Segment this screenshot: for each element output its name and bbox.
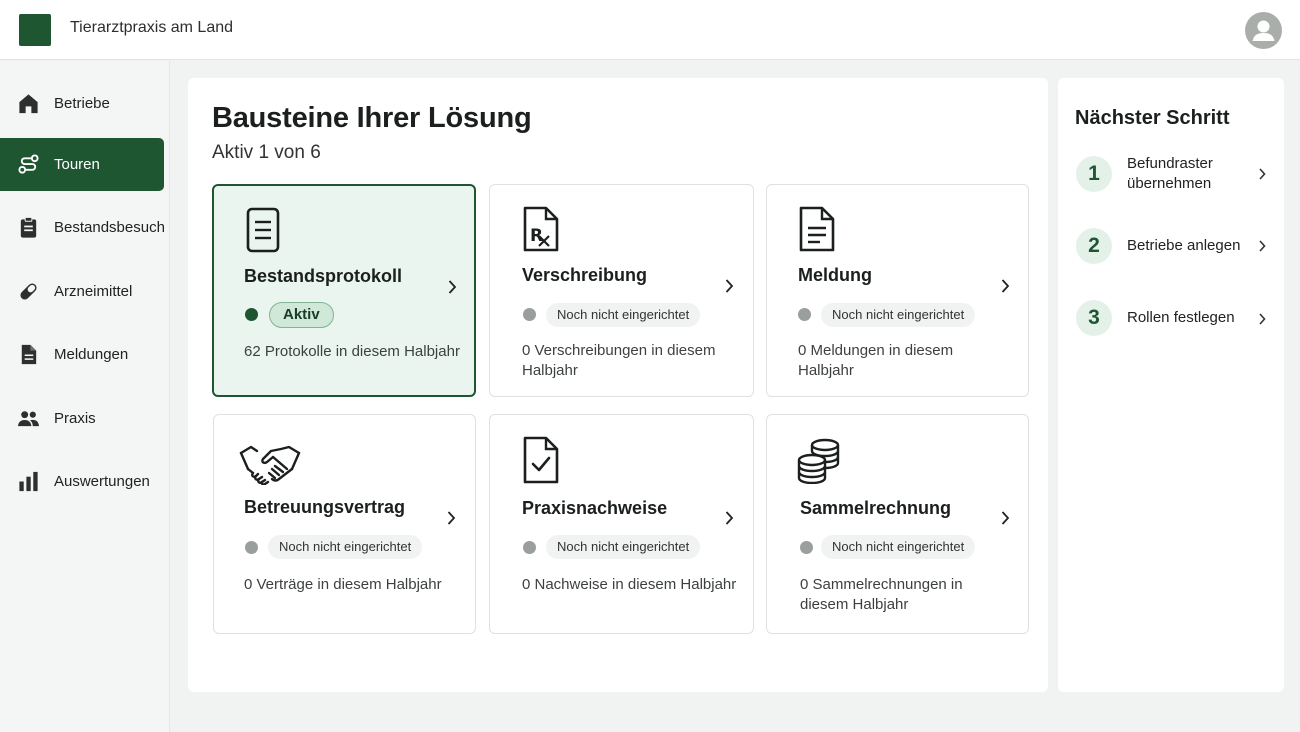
sidebar-item-label: Bestandsbesuch xyxy=(54,219,165,236)
sidebar-item-betriebe[interactable]: Betriebe xyxy=(0,77,164,130)
next-step-title: Nächster Schritt xyxy=(1075,107,1230,129)
status-dot xyxy=(245,308,258,321)
module-card-betreuungsvertrag[interactable]: Betreuungsvertrag Noch nicht eingerichte… xyxy=(213,414,476,634)
next-step-item-3[interactable]: 3 Rollen festlegen xyxy=(1058,300,1284,340)
status-badge: Noch nicht eingerichtet xyxy=(268,535,423,559)
prescription-icon: R xyxy=(523,206,559,252)
sidebar-nav: Betriebe Touren Bestandsbesuch Arzneimit… xyxy=(0,61,170,732)
document-check-icon xyxy=(523,436,559,484)
chevron-right-icon xyxy=(447,511,456,525)
user-avatar[interactable] xyxy=(1245,12,1282,49)
document-lines-icon xyxy=(246,207,280,253)
sidebar-item-praxis[interactable]: Praxis xyxy=(0,392,164,445)
sidebar-item-label: Arzneimittel xyxy=(54,283,133,300)
status-badge: Aktiv xyxy=(269,302,334,328)
coins-stack-icon xyxy=(797,438,840,484)
top-bar: Tierarztpraxis am Land xyxy=(0,0,1300,60)
page-title: Bausteine Ihrer Lösung xyxy=(212,102,532,134)
clipboard-icon xyxy=(20,216,37,238)
step-number: 2 xyxy=(1076,228,1112,264)
card-description: 0 Verträge in diesem Halbjahr xyxy=(244,576,442,593)
sidebar-item-label: Betriebe xyxy=(54,95,110,112)
status-badge: Noch nicht eingerichtet xyxy=(546,535,701,559)
chevron-right-icon xyxy=(1259,240,1266,252)
next-step-item-1[interactable]: 1 Befundraster übernehmen xyxy=(1058,155,1284,196)
bar-chart-icon xyxy=(19,471,38,492)
chevron-right-icon xyxy=(1001,511,1010,525)
card-description: 0 Nachweise in diesem Halbjahr xyxy=(522,576,737,593)
user-icon xyxy=(1252,20,1275,41)
status-dot xyxy=(798,308,811,321)
module-card-sammelrechnung[interactable]: Sammelrechnung Noch nicht eingerichtet 0… xyxy=(766,414,1029,634)
app-title: Tierarztpraxis am Land xyxy=(70,19,234,36)
module-card-verschreibung[interactable]: R Verschreibung Noch nicht eingerichtet … xyxy=(489,184,754,397)
step-label: Rollen festlegen xyxy=(1127,309,1235,326)
pill-icon xyxy=(20,283,37,300)
sidebar-item-label: Meldungen xyxy=(54,346,129,363)
status-badge: Noch nicht eingerichtet xyxy=(821,535,976,559)
next-step-panel: Nächster Schritt 1 Befundraster übernehm… xyxy=(1058,78,1284,692)
status-badge: Noch nicht eingerichtet xyxy=(821,303,976,327)
status-dot xyxy=(800,541,813,554)
module-card-praxisnachweise[interactable]: Praxisnachweise Noch nicht eingerichtet … xyxy=(489,414,754,634)
step-label: Befundraster übernehmen xyxy=(1127,155,1213,192)
card-title: Bestandsprotokoll xyxy=(244,266,403,286)
handshake-icon xyxy=(239,445,301,485)
module-card-meldung[interactable]: Meldung Noch nicht eingerichtet 0 Meldun… xyxy=(766,184,1029,397)
home-icon xyxy=(19,94,38,114)
card-title: Meldung xyxy=(798,265,872,285)
chevron-right-icon xyxy=(1259,168,1266,180)
sidebar-item-meldungen[interactable]: Meldungen xyxy=(0,328,164,381)
chevron-right-icon xyxy=(725,511,734,525)
route-icon xyxy=(18,154,39,174)
sidebar-item-arzneimittel[interactable]: Arzneimittel xyxy=(0,265,164,318)
status-dot xyxy=(523,308,536,321)
step-number: 3 xyxy=(1076,300,1112,336)
sidebar-item-touren[interactable]: Touren xyxy=(0,138,164,191)
sidebar-item-label: Auswertungen xyxy=(54,473,150,490)
card-title: Praxisnachweise xyxy=(522,498,668,518)
app-logo[interactable] xyxy=(19,14,51,46)
status-dot xyxy=(523,541,536,554)
next-step-item-2[interactable]: 2 Betriebe anlegen xyxy=(1058,228,1284,268)
sidebar-item-auswertungen[interactable]: Auswertungen xyxy=(0,455,164,508)
card-description: 0 Verschreibungen in diesem Halbjahr xyxy=(522,342,716,379)
step-number: 1 xyxy=(1076,156,1112,192)
sidebar-item-label: Touren xyxy=(54,156,100,173)
chevron-right-icon xyxy=(448,280,457,294)
card-title: Verschreibung xyxy=(522,265,648,285)
modules-panel: Bausteine Ihrer Lösung Aktiv 1 von 6 Bes… xyxy=(188,78,1048,692)
document-icon xyxy=(21,344,37,365)
card-description: 62 Protokolle in diesem Halbjahr xyxy=(244,343,460,360)
card-description: 0 Meldungen in diesem Halbjahr xyxy=(798,342,954,379)
chevron-right-icon xyxy=(1259,313,1266,325)
status-badge: Noch nicht eingerichtet xyxy=(546,303,701,327)
sidebar-item-bestandsbesuch[interactable]: Bestandsbesuch xyxy=(0,201,165,254)
card-title: Sammelrechnung xyxy=(800,498,952,518)
module-card-bestandsprotokoll[interactable]: Bestandsprotokoll Aktiv 62 Protokolle in… xyxy=(212,184,476,397)
card-title: Betreuungsvertrag xyxy=(244,497,406,517)
report-document-icon xyxy=(799,206,835,252)
people-icon xyxy=(17,411,40,427)
step-label: Betriebe anlegen xyxy=(1127,237,1241,254)
sidebar-item-label: Praxis xyxy=(54,410,96,427)
active-count: Aktiv 1 von 6 xyxy=(212,142,321,163)
card-description: 0 Sammelrechnungen in diesem Halbjahr xyxy=(800,576,963,613)
chevron-right-icon xyxy=(1001,279,1010,293)
status-dot xyxy=(245,541,258,554)
chevron-right-icon xyxy=(725,279,734,293)
